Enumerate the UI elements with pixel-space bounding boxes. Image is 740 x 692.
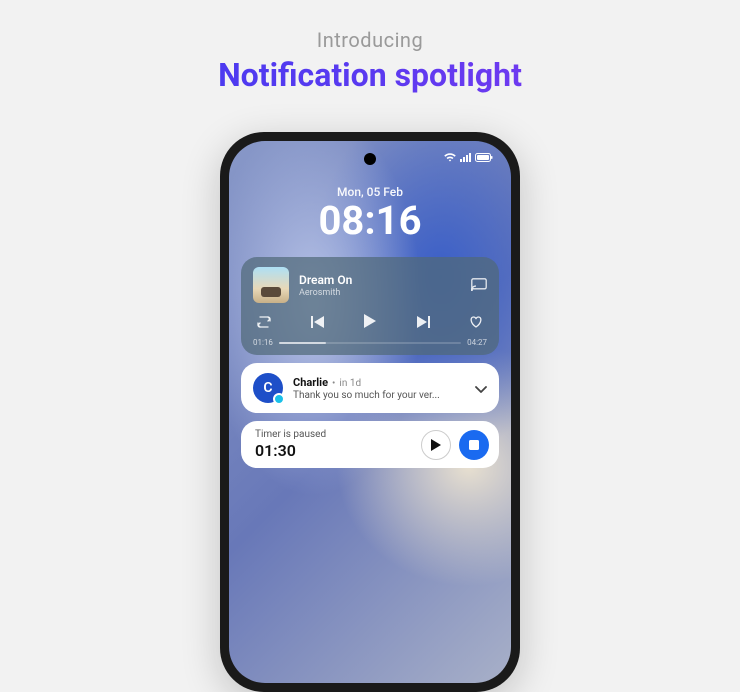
heart-icon[interactable] (469, 313, 483, 332)
media-progress: 01:16 04:27 (253, 338, 487, 347)
media-controls (253, 313, 487, 332)
cards-stack: Dream On Aerosmith (229, 257, 511, 468)
phone-screen: Mon, 05 Feb 08:16 Dream On Aerosmith (229, 141, 511, 683)
chevron-down-icon[interactable] (475, 379, 487, 398)
signal-icon (460, 153, 471, 162)
notification-text: Thank you so much for your ver... (293, 390, 465, 401)
notification-card[interactable]: C Charlie • in 1d Thank you so much for … (241, 363, 499, 413)
lock-time: 08:16 (229, 201, 511, 241)
timer-value: 01:30 (255, 441, 413, 460)
media-duration: 04:27 (467, 338, 487, 347)
track-title: Dream On (299, 273, 461, 287)
play-icon[interactable] (364, 313, 376, 332)
notification-separator: • (332, 378, 335, 389)
camera-punch-hole (364, 153, 376, 165)
wifi-icon (444, 153, 456, 162)
timer-info: Timer is paused 01:30 (255, 429, 413, 460)
album-art (253, 267, 289, 303)
previous-icon[interactable] (311, 313, 325, 332)
timer-stop-button[interactable] (459, 430, 489, 460)
timer-card[interactable]: Timer is paused 01:30 (241, 421, 499, 468)
notification-body: Charlie • in 1d Thank you so much for yo… (293, 376, 465, 401)
battery-icon (475, 153, 493, 162)
headline: Introducing Notification spotlight (0, 0, 740, 94)
repeat-icon[interactable] (257, 313, 271, 332)
track-artist: Aerosmith (299, 288, 461, 298)
timer-label: Timer is paused (255, 429, 413, 440)
status-bar (444, 153, 493, 162)
avatar-badge-icon (273, 393, 285, 405)
headline-title: Notification spotlight (0, 56, 740, 94)
notification-header: Charlie • in 1d (293, 376, 465, 389)
cast-icon[interactable] (471, 276, 487, 295)
lock-date: Mon, 05 Feb (229, 185, 511, 199)
notification-time: in 1d (339, 378, 361, 389)
avatar-initial: C (263, 380, 272, 396)
phone-frame: Mon, 05 Feb 08:16 Dream On Aerosmith (220, 132, 520, 692)
next-icon[interactable] (416, 313, 430, 332)
media-elapsed: 01:16 (253, 338, 273, 347)
media-player-card[interactable]: Dream On Aerosmith (241, 257, 499, 355)
lock-clock: Mon, 05 Feb 08:16 (229, 185, 511, 241)
headline-intro: Introducing (0, 28, 740, 52)
media-top-row: Dream On Aerosmith (253, 267, 487, 303)
progress-bar[interactable] (279, 342, 461, 344)
notification-sender: Charlie (293, 376, 328, 389)
media-info: Dream On Aerosmith (299, 273, 461, 298)
avatar: C (253, 373, 283, 403)
timer-play-button[interactable] (421, 430, 451, 460)
